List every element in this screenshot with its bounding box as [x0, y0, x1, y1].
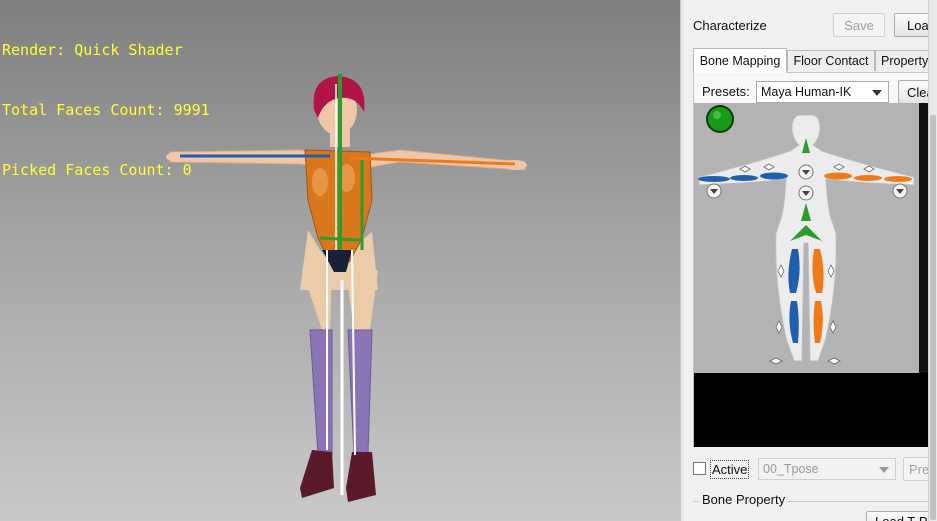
diamond-marker-icon[interactable] — [827, 357, 841, 365]
picked-faces-text: Picked Faces Count: 0 — [2, 161, 192, 179]
bone-map-footer — [694, 373, 937, 447]
save-button[interactable]: Save — [833, 13, 885, 37]
viewport-stats-overlay: Render: Quick Shader Total Faces Count: … — [2, 0, 210, 220]
bone-mapping-content: Presets: Maya Human-IK Clear — [693, 72, 937, 447]
presets-label: Presets: — [702, 84, 750, 99]
presets-dropdown[interactable]: Maya Human-IK — [756, 81, 889, 103]
characterize-panel: Characterize Save Load Bone Mapping Floo… — [684, 0, 937, 521]
expand-circle-icon[interactable] — [798, 164, 814, 180]
expand-circle-icon[interactable] — [892, 183, 908, 199]
bone-right-forearm[interactable] — [854, 175, 882, 181]
presets-selected-value: Maya Human-IK — [761, 85, 852, 99]
diamond-marker-icon[interactable] — [769, 357, 783, 365]
tab-bone-mapping[interactable]: Bone Mapping — [693, 48, 787, 73]
panel-scroll-thumb[interactable] — [930, 115, 936, 520]
bone-property-group-title: Bone Property — [702, 492, 786, 507]
active-label[interactable]: Active — [710, 460, 750, 479]
panel-scrollbar[interactable] — [928, 0, 937, 521]
expand-circle-icon[interactable] — [706, 183, 722, 199]
panel-title: Characterize — [693, 18, 767, 33]
pose-dropdown[interactable]: 00_Tpose — [758, 458, 896, 480]
chevron-down-icon — [872, 90, 882, 96]
pose-selected-value: 00_Tpose — [763, 462, 819, 476]
diamond-marker-icon[interactable] — [775, 320, 783, 334]
render-mode-text: Render: Quick Shader — [2, 41, 183, 59]
diamond-marker-icon[interactable] — [829, 320, 837, 334]
bone-left-forearm[interactable] — [730, 175, 758, 181]
tab-floor-contact[interactable]: Floor Contact — [787, 50, 875, 71]
load-tpose-button[interactable]: Load T-Pose — [866, 511, 937, 521]
group-frame-line — [786, 501, 937, 502]
total-faces-text: Total Faces Count: 9991 — [2, 101, 210, 119]
expand-circle-icon[interactable] — [798, 185, 814, 201]
bone-right-hand[interactable] — [884, 176, 912, 182]
bone-right-upperarm[interactable] — [824, 172, 852, 180]
body-silhouette-map[interactable] — [694, 103, 919, 373]
3d-viewport[interactable]: Render: Quick Shader Total Faces Count: … — [0, 0, 680, 521]
bone-left-hand[interactable] — [698, 176, 730, 182]
group-frame-line — [693, 501, 699, 502]
active-checkbox[interactable] — [693, 462, 706, 475]
chevron-down-icon — [879, 467, 889, 473]
bone-left-upperarm[interactable] — [760, 172, 788, 180]
